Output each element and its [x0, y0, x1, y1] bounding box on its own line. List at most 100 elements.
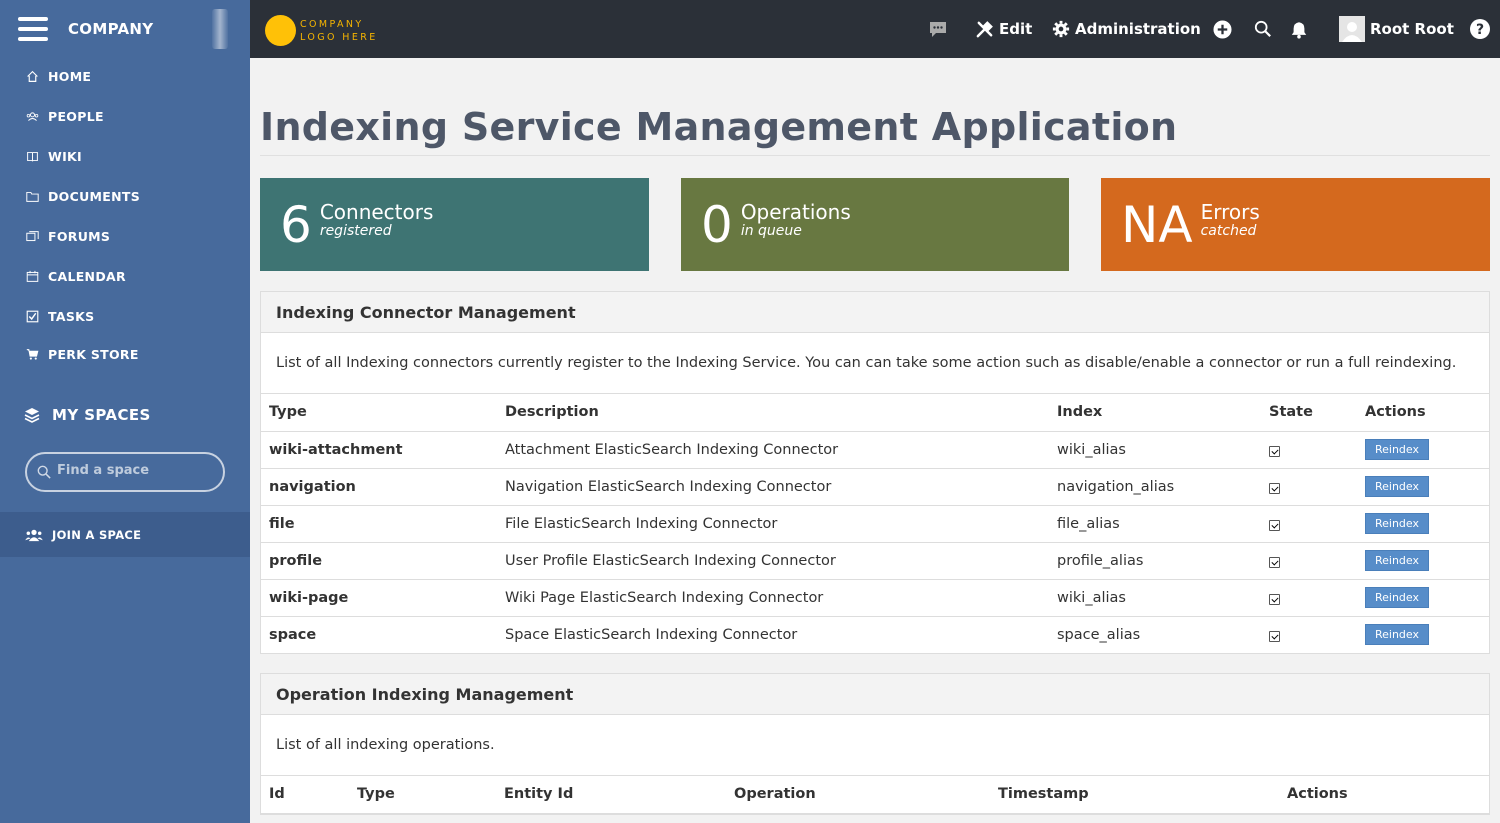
table-row: wiki-page Wiki Page ElasticSearch Indexi…	[261, 579, 1489, 617]
reindex-button[interactable]: Reindex	[1365, 550, 1429, 571]
panel-description: List of all indexing operations.	[261, 715, 1489, 776]
sidebar-item-label: PERK STORE	[48, 347, 139, 362]
reindex-button[interactable]: Reindex	[1365, 439, 1429, 460]
state-checkbox[interactable]	[1269, 445, 1280, 457]
sidebar-item-label: DOCUMENTS	[48, 189, 140, 204]
panel-title: Operation Indexing Management	[261, 674, 1489, 715]
stat-sublabel: catched	[1200, 222, 1257, 239]
chat-button[interactable]	[928, 0, 948, 58]
column-header: Id	[261, 776, 349, 814]
table-row: navigation Navigation ElasticSearch Inde…	[261, 468, 1489, 506]
search-button[interactable]	[1254, 0, 1272, 58]
stat-sublabel: registered	[319, 222, 392, 239]
panel-description: List of all Indexing connectors currentl…	[261, 333, 1489, 394]
calendar-icon	[25, 270, 39, 284]
user-silhouette-icon	[1342, 22, 1362, 42]
my-spaces-heading[interactable]: MY SPACES	[24, 406, 151, 424]
reindex-button[interactable]: Reindex	[1365, 624, 1429, 646]
forums-icon	[25, 230, 39, 244]
reindex-button[interactable]: Reindex	[1365, 476, 1429, 497]
join-space-label: JOIN A SPACE	[52, 527, 142, 542]
help-button[interactable]: ?	[1470, 0, 1490, 58]
reindex-button[interactable]: Reindex	[1365, 513, 1429, 534]
state-checkbox[interactable]	[1269, 482, 1280, 494]
sidebar-item-label: PEOPLE	[48, 109, 104, 124]
sidebar-item-calendar[interactable]: CALENDAR	[25, 269, 126, 284]
reindex-button[interactable]: Reindex	[1365, 587, 1429, 608]
connector-description: File ElasticSearch Indexing Connector	[497, 505, 1049, 543]
main-content: Indexing Service Management Application …	[250, 58, 1500, 823]
state-checkbox[interactable]	[1269, 593, 1280, 605]
state-checkbox[interactable]	[1269, 519, 1280, 531]
user-menu[interactable]: Root Root	[1339, 0, 1454, 58]
add-button[interactable]	[1213, 0, 1232, 58]
connector-index: wiki_alias	[1049, 579, 1261, 617]
company-logo[interactable]: COMPANY LOGO HERE	[265, 15, 378, 46]
layers-icon	[24, 407, 40, 423]
connector-description: Navigation ElasticSearch Indexing Connec…	[497, 468, 1049, 506]
connector-index: wiki_alias	[1049, 431, 1261, 469]
connector-description: Attachment ElasticSearch Indexing Connec…	[497, 431, 1049, 469]
column-header: Type	[349, 776, 496, 814]
gear-icon	[1052, 20, 1070, 38]
table-row: wiki-attachment Attachment ElasticSearch…	[261, 431, 1489, 469]
chat-icon	[930, 22, 946, 37]
sidebar-collapse-handle[interactable]	[212, 9, 228, 49]
stat-operations: 0 Operations in queue	[681, 178, 1069, 271]
connector-description: Wiki Page ElasticSearch Indexing Connect…	[497, 579, 1049, 617]
column-header: State	[1261, 394, 1357, 432]
operation-management-panel: Operation Indexing Management List of al…	[260, 673, 1490, 815]
sidebar-item-tasks[interactable]: TASKS	[25, 309, 94, 324]
home-icon	[25, 70, 39, 84]
hamburger-menu-icon[interactable]	[18, 17, 48, 41]
connector-type: profile	[261, 542, 497, 580]
sidebar-item-perk-store[interactable]: PERK STORE	[25, 347, 139, 362]
state-checkbox[interactable]	[1269, 556, 1280, 568]
sidebar-item-forums[interactable]: FORUMS	[25, 229, 110, 244]
table-row: space Space ElasticSearch Indexing Conne…	[261, 616, 1489, 653]
stat-sublabel: in queue	[740, 222, 802, 239]
find-space-input[interactable]	[57, 462, 207, 478]
connector-index: navigation_alias	[1049, 468, 1261, 506]
top-bar: COMPANY LOGO HERE Edit Administration Ro…	[250, 0, 1500, 58]
stat-label: Operations	[740, 199, 851, 224]
stat-errors: NA Errors catched	[1101, 178, 1490, 271]
connectors-table: Type Description Index State Actions wik…	[261, 394, 1489, 653]
operations-table: Id Type Entity Id Operation Timestamp Ac…	[261, 776, 1489, 814]
edit-label: Edit	[999, 20, 1033, 38]
table-header-row: Id Type Entity Id Operation Timestamp Ac…	[261, 776, 1489, 814]
connector-type: wiki-page	[261, 579, 497, 617]
stat-value: NA	[1121, 195, 1193, 254]
sidebar-item-documents[interactable]: DOCUMENTS	[25, 189, 140, 204]
column-header: Actions	[1279, 776, 1489, 814]
svg-text:?: ?	[1476, 22, 1484, 38]
user-name: Root Root	[1370, 20, 1454, 38]
sidebar-item-home[interactable]: HOME	[25, 69, 91, 84]
table-row: profile User Profile ElasticSearch Index…	[261, 542, 1489, 580]
find-space-field[interactable]	[25, 452, 225, 492]
connector-description: User Profile ElasticSearch Indexing Conn…	[497, 542, 1049, 580]
notifications-button[interactable]	[1290, 0, 1308, 58]
connector-type: file	[261, 505, 497, 543]
page-title: Indexing Service Management Application	[260, 105, 1178, 149]
connector-type: navigation	[261, 468, 497, 506]
table-header-row: Type Description Index State Actions	[261, 394, 1489, 432]
stat-value: 6	[280, 195, 312, 254]
panel-title: Indexing Connector Management	[261, 292, 1489, 333]
sidebar: COMPANY HOME PEOPLE WIKI DOCUMENTS FORUM…	[0, 0, 250, 823]
sidebar-item-label: HOME	[48, 69, 92, 84]
join-space-button[interactable]: JOIN A SPACE	[0, 512, 250, 557]
state-checkbox[interactable]	[1269, 630, 1280, 642]
table-row: file File ElasticSearch Indexing Connect…	[261, 505, 1489, 543]
task-check-icon	[25, 310, 39, 324]
help-icon: ?	[1470, 19, 1490, 39]
stat-label: Connectors	[319, 199, 434, 224]
cart-icon	[25, 348, 39, 362]
sidebar-item-wiki[interactable]: WIKI	[25, 149, 82, 164]
stat-label: Errors	[1200, 199, 1260, 224]
administration-button[interactable]: Administration	[1052, 0, 1201, 58]
sidebar-item-people[interactable]: PEOPLE	[25, 109, 104, 124]
sidebar-item-label: FORUMS	[48, 229, 111, 244]
column-header: Actions	[1357, 394, 1489, 432]
edit-button[interactable]: Edit	[975, 0, 1032, 58]
